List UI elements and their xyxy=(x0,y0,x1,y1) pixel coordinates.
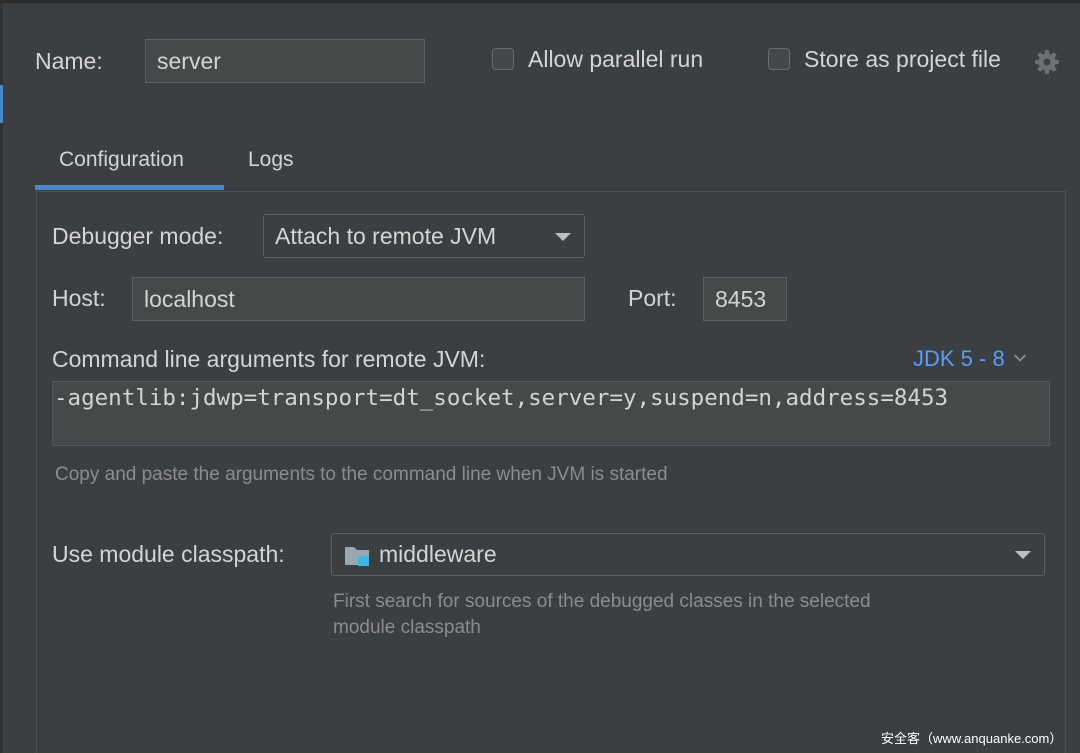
chevron-down-icon xyxy=(1015,551,1031,559)
port-input[interactable]: 8453 xyxy=(703,277,787,321)
host-input[interactable]: localhost xyxy=(132,277,585,321)
command-line-hint: Copy and paste the arguments to the comm… xyxy=(55,464,668,485)
name-input[interactable]: server xyxy=(145,39,425,83)
port-label: Port: xyxy=(628,285,677,311)
module-classpath-value: middleware xyxy=(379,541,497,567)
module-classpath-label: Use module classpath: xyxy=(52,541,285,567)
debugger-mode-dropdown[interactable]: Attach to remote JVM xyxy=(263,214,585,258)
classpath-hint-line-1: First search for sources of the debugged… xyxy=(333,591,871,612)
host-label: Host: xyxy=(52,285,106,311)
store-as-project-file-label[interactable]: Store as project file xyxy=(804,46,1001,73)
jdk-version-label: JDK 5 - 8 xyxy=(913,346,1005,371)
chevron-down-icon xyxy=(555,233,571,241)
debugger-mode-label: Debugger mode: xyxy=(52,223,224,249)
watermark-text: 安全客（www.anquanke.com） xyxy=(881,731,1063,746)
jdk-version-link[interactable]: JDK 5 - 8 xyxy=(913,346,1027,372)
tab-logs[interactable]: Logs xyxy=(248,148,294,172)
allow-parallel-run-label[interactable]: Allow parallel run xyxy=(528,46,703,73)
tab-configuration[interactable]: Configuration xyxy=(59,148,184,172)
command-line-arguments-field[interactable]: -agentlib:jdwp=transport=dt_socket,serve… xyxy=(52,381,1050,446)
window-top-border xyxy=(0,0,1080,3)
name-label: Name: xyxy=(35,48,103,74)
gear-icon[interactable] xyxy=(1034,49,1060,75)
store-as-project-file-checkbox[interactable] xyxy=(768,48,790,70)
command-line-label: Command line arguments for remote JVM: xyxy=(52,346,486,372)
classpath-hint-line-2: module classpath xyxy=(333,617,481,638)
command-line-arguments-text: -agentlib:jdwp=transport=dt_socket,serve… xyxy=(54,385,949,411)
module-classpath-dropdown[interactable]: middleware xyxy=(331,533,1045,576)
allow-parallel-run-checkbox[interactable] xyxy=(492,48,514,70)
chevron-down-icon xyxy=(1014,354,1027,362)
debugger-mode-value: Attach to remote JVM xyxy=(275,223,497,249)
module-folder-icon xyxy=(345,547,369,566)
active-tab-indicator xyxy=(35,185,224,190)
left-selection-marker xyxy=(0,85,3,123)
